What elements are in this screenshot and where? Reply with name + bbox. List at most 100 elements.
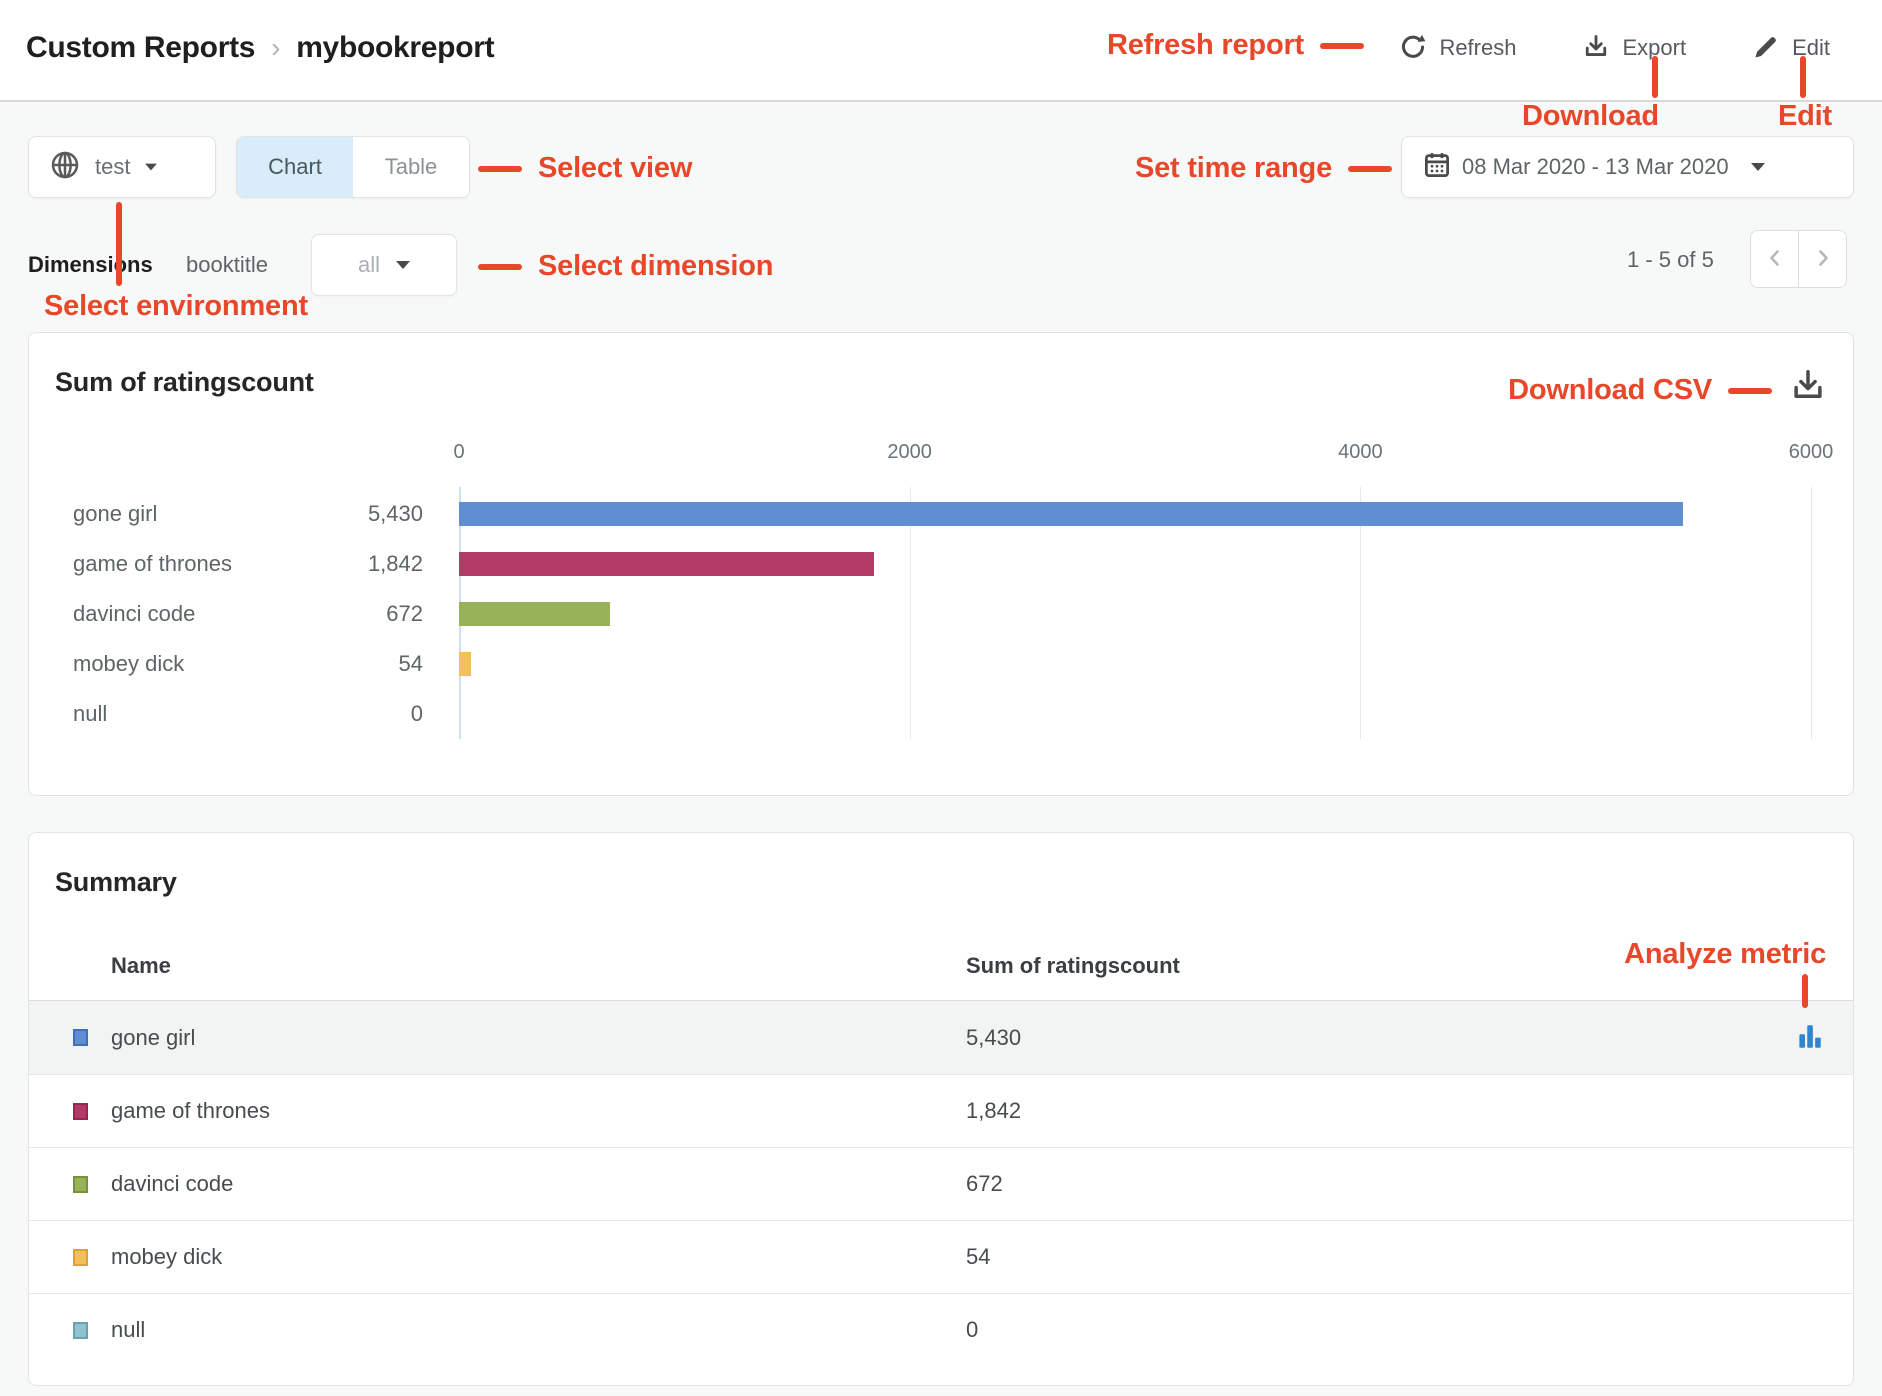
caret-down-icon	[146, 164, 158, 171]
chevron-right-separator-icon: ›	[271, 32, 280, 64]
table-row: davinci code 672	[29, 1147, 1853, 1220]
row-name: davinci code	[111, 1171, 233, 1197]
edit-button[interactable]: Edit	[1752, 33, 1830, 64]
edit-label: Edit	[1792, 35, 1830, 61]
summary-table-header: Name Sum of ratingscount	[29, 933, 1853, 1001]
pagination-info: 1 - 5 of 5	[1627, 247, 1714, 273]
row-name: null	[111, 1317, 145, 1343]
series-color-swatch	[73, 1029, 88, 1046]
annotation-line-select-environment	[116, 202, 122, 286]
header-actions: Refresh Export Edit	[1399, 0, 1830, 96]
table-row: null0	[29, 1293, 1853, 1366]
x-tick-label: 4000	[1338, 441, 1383, 464]
chart-bar-row	[459, 589, 1811, 639]
annotation-set-time-range: Set time range	[1135, 152, 1392, 185]
annotation-select-dimension: Select dimension	[478, 250, 773, 283]
chart-category-label: gone girl	[73, 489, 311, 539]
table-row: mobey dick 54	[29, 1220, 1853, 1293]
refresh-label: Refresh	[1439, 35, 1516, 61]
chart-value-label: 672	[311, 589, 423, 639]
chart-value-label: 5,430	[311, 489, 423, 539]
chart-value-label: 0	[311, 689, 423, 739]
dimensions-label: Dimensions	[28, 252, 153, 278]
chart-bar	[459, 602, 610, 626]
x-tick-label: 0	[453, 441, 464, 464]
download-csv-button[interactable]	[1789, 367, 1827, 408]
refresh-icon	[1399, 33, 1427, 64]
row-name: mobey dick	[111, 1244, 222, 1270]
download-icon	[1582, 33, 1610, 64]
annotation-line-analyze-metric	[1802, 974, 1808, 1008]
caret-down-icon	[1751, 163, 1765, 171]
chart-bar	[459, 652, 471, 676]
calendar-icon	[1422, 150, 1452, 185]
column-header-name: Name	[111, 953, 171, 979]
prev-page-button[interactable]	[1751, 231, 1798, 287]
chart-bar-row	[459, 689, 1811, 739]
chart-category-label: game of thrones	[73, 539, 311, 589]
date-range-value: 08 Mar 2020 - 13 Mar 2020	[1462, 154, 1729, 180]
environment-value: test	[95, 154, 130, 180]
analyze-metric-icon[interactable]	[1796, 1023, 1823, 1053]
row-name: game of thrones	[111, 1098, 270, 1124]
row-name: gone girl	[111, 1025, 195, 1051]
chart-category-labels: gone girlgame of thronesdavinci codemobe…	[73, 489, 311, 739]
annotation-download: Download	[1522, 100, 1659, 133]
pencil-icon	[1752, 33, 1780, 64]
chart-value-labels: 5,4301,842672540	[311, 489, 423, 739]
chart-tick-row: 0200040006000	[459, 441, 1811, 473]
refresh-button[interactable]: Refresh	[1399, 33, 1516, 64]
dimension-name: booktitle	[186, 252, 268, 278]
date-range-picker[interactable]: 08 Mar 2020 - 13 Mar 2020	[1401, 136, 1854, 198]
annotation-analyze-metric: Analyze metric	[1624, 938, 1826, 971]
table-row: gone girl 5,430	[29, 1001, 1853, 1074]
column-header-metric: Sum of ratingscount	[966, 953, 1180, 979]
chart-bar-row	[459, 639, 1811, 689]
page-title: mybookreport	[296, 31, 494, 65]
breadcrumb-root[interactable]: Custom Reports	[26, 31, 255, 65]
chart-bar-row	[459, 489, 1811, 539]
chart-bar	[459, 502, 1683, 526]
row-value: 54	[966, 1244, 990, 1270]
custom-report-page: Custom Reports › mybookreport Refresh	[0, 0, 1882, 1396]
chart-bar	[459, 552, 874, 576]
tab-table[interactable]: Table	[353, 137, 469, 197]
summary-card: Summary Name Sum of ratingscount gone gi…	[28, 832, 1854, 1386]
row-value: 5,430	[966, 1025, 1021, 1051]
tab-chart[interactable]: Chart	[237, 137, 353, 197]
chart-plot	[459, 489, 1811, 739]
x-tick-label: 2000	[887, 441, 932, 464]
download-csv-icon	[1789, 393, 1827, 408]
annotation-select-environment: Select environment	[44, 290, 308, 323]
annotation-select-view: Select view	[478, 152, 692, 185]
globe-icon	[49, 149, 81, 186]
table-row: game of thrones 1,842	[29, 1074, 1853, 1147]
chart-category-label: davinci code	[73, 589, 311, 639]
next-page-button[interactable]	[1798, 231, 1846, 287]
chart-title: Sum of ratingscount	[55, 367, 314, 398]
chevron-left-icon	[1763, 246, 1787, 273]
export-button[interactable]: Export	[1582, 33, 1686, 64]
series-color-swatch	[73, 1322, 88, 1339]
environment-select[interactable]: test	[28, 136, 216, 198]
caret-down-icon	[396, 261, 410, 269]
row-value: 672	[966, 1171, 1003, 1197]
dimension-value: all	[358, 252, 380, 278]
annotation-edit: Edit	[1778, 100, 1832, 133]
summary-rows: gone girl 5,430 game of thrones 1,842 davinc…	[29, 1001, 1853, 1366]
chevron-right-icon	[1811, 246, 1835, 273]
row-value: 1,842	[966, 1098, 1021, 1124]
chart-category-label: null	[73, 689, 311, 739]
series-color-swatch	[73, 1103, 88, 1120]
gridline	[1811, 487, 1812, 739]
pagination-controls	[1750, 230, 1847, 288]
top-header: Custom Reports › mybookreport Refresh	[0, 0, 1882, 102]
summary-title: Summary	[55, 867, 177, 898]
chart-value-label: 54	[311, 639, 423, 689]
dimension-value-select[interactable]: all	[311, 234, 457, 296]
chart-category-label: mobey dick	[73, 639, 311, 689]
breadcrumb: Custom Reports › mybookreport	[26, 0, 494, 96]
chart-value-label: 1,842	[311, 539, 423, 589]
annotation-line-edit	[1800, 56, 1806, 98]
annotation-line-download	[1652, 56, 1658, 98]
